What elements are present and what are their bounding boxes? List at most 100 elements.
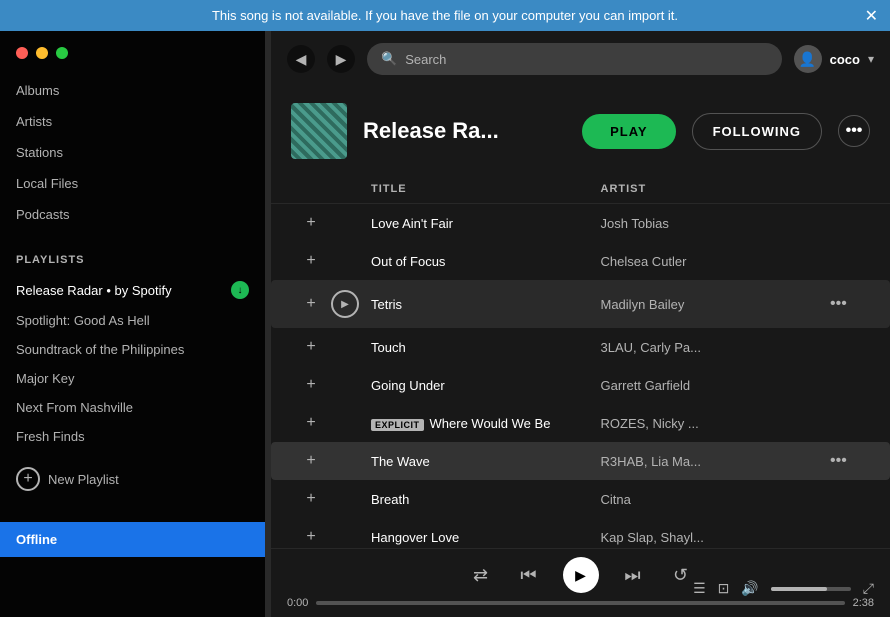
following-button[interactable]: FOLLOWING — [692, 113, 822, 150]
add-icon[interactable]: + — [291, 528, 331, 546]
progress-bar-area: 0:00 2:38 — [287, 597, 874, 609]
add-icon[interactable]: + — [291, 295, 331, 313]
bottom-player: ⇄ ⏮ ▶ ⏭ ↺ 0:00 2:38 ☰ ⊡ 🔊 ⤢ — [271, 548, 890, 617]
track-more-icon[interactable]: ••• — [830, 452, 847, 469]
sidebar-item-next-from-nashville[interactable]: Next From Nashville — [0, 393, 265, 422]
main-layout: Albums Artists Stations Local Files Podc… — [0, 31, 890, 617]
add-icon[interactable]: + — [291, 252, 331, 270]
sidebar-item-podcasts[interactable]: Podcasts — [0, 199, 265, 230]
new-playlist-button[interactable]: + New Playlist — [0, 455, 265, 503]
track-list: + Love Ain't Fair Josh Tobias + Out of F… — [271, 204, 890, 548]
play-pause-button[interactable]: ▶ — [563, 557, 599, 593]
next-button[interactable]: ⏭ — [619, 561, 647, 589]
track-row[interactable]: + Touch 3LAU, Carly Pa... — [271, 328, 890, 366]
track-row[interactable]: + Love Ain't Fair Josh Tobias — [271, 204, 890, 242]
traffic-lights — [0, 31, 265, 67]
volume-bar[interactable] — [771, 587, 851, 591]
track-artist: Kap Slap, Shayl... — [601, 530, 831, 545]
devices-button[interactable]: ⊡ — [718, 580, 730, 597]
forward-button[interactable]: ▶ — [327, 45, 355, 73]
sidebar-item-spotlight[interactable]: Spotlight: Good As Hell — [0, 306, 265, 335]
download-icon: ↓ — [231, 281, 249, 299]
track-title: Tetris — [371, 297, 402, 312]
progress-track[interactable] — [316, 601, 844, 605]
repeat-button[interactable]: ↺ — [667, 561, 695, 589]
explicit-badge: EXPLICIT — [371, 419, 424, 431]
track-row[interactable]: + Breath Citna — [271, 480, 890, 518]
sidebar-item-fresh-finds[interactable]: Fresh Finds — [0, 422, 265, 451]
current-time: 0:00 — [287, 597, 308, 609]
add-icon[interactable]: + — [291, 338, 331, 356]
top-nav: ◀ ▶ 🔍 👤 coco ▾ — [271, 31, 890, 87]
add-icon[interactable]: + — [291, 490, 331, 508]
add-icon[interactable]: + — [291, 376, 331, 394]
user-name: coco — [830, 52, 860, 67]
sidebar-item-major-key[interactable]: Major Key — [0, 364, 265, 393]
track-artist: Garrett Garfield — [601, 378, 831, 393]
search-icon: 🔍 — [381, 51, 397, 67]
shuffle-button[interactable]: ⇄ — [467, 561, 495, 589]
track-row[interactable]: + Out of Focus Chelsea Cutler — [271, 242, 890, 280]
add-icon[interactable]: + — [291, 452, 331, 470]
sidebar-nav: Albums Artists Stations Local Files Podc… — [0, 67, 265, 238]
playlists-section-label: Playlists — [0, 238, 265, 274]
fullscreen-button[interactable]: ⤢ — [863, 580, 874, 597]
playlist-title: Release Ra... — [363, 118, 566, 144]
sidebar-item-release-radar[interactable]: Release Radar • by Spotify ↓ — [0, 274, 265, 306]
minimize-window-button[interactable] — [36, 47, 48, 59]
chevron-down-icon: ▾ — [868, 52, 874, 66]
add-icon[interactable]: + — [291, 414, 331, 432]
track-title: Hangover Love — [371, 530, 459, 545]
track-more-icon[interactable]: ••• — [830, 295, 847, 312]
queue-button[interactable]: ☰ — [693, 580, 706, 597]
title-column-header: TITLE — [371, 183, 601, 195]
sidebar-item-artists[interactable]: Artists — [0, 106, 265, 137]
content-area: ◀ ▶ 🔍 👤 coco ▾ Release Ra... PLAY FOLLOW… — [271, 31, 890, 617]
track-artist: Chelsea Cutler — [601, 254, 831, 269]
track-title: Out of Focus — [371, 254, 445, 269]
track-row[interactable]: + The Wave R3HAB, Lia Ma... ••• — [271, 442, 890, 480]
table-header: TITLE ARTIST — [271, 175, 890, 204]
track-title: The Wave — [371, 454, 430, 469]
add-icon[interactable]: + — [291, 214, 331, 232]
track-title: Going Under — [371, 378, 445, 393]
track-play-col: ▶ — [331, 290, 371, 318]
volume-fill — [771, 587, 827, 591]
search-input[interactable] — [405, 52, 767, 67]
track-artist: Citna — [601, 492, 831, 507]
track-row[interactable]: + ▶ Tetris Madilyn Bailey ••• — [271, 280, 890, 328]
new-playlist-icon: + — [16, 467, 40, 491]
sidebar-item-albums[interactable]: Albums — [0, 75, 265, 106]
track-row[interactable]: + EXPLICITWhere Would We Be ROZES, Nicky… — [271, 404, 890, 442]
track-title: Love Ain't Fair — [371, 216, 453, 231]
user-menu[interactable]: 👤 coco ▾ — [794, 45, 874, 73]
track-title: Breath — [371, 492, 409, 507]
track-title: Touch — [371, 340, 406, 355]
user-avatar: 👤 — [794, 45, 822, 73]
search-bar[interactable]: 🔍 — [367, 43, 782, 75]
volume-button[interactable]: 🔊 — [741, 580, 758, 597]
sidebar-item-local-files[interactable]: Local Files — [0, 168, 265, 199]
sidebar: Albums Artists Stations Local Files Podc… — [0, 31, 265, 617]
back-button[interactable]: ◀ — [287, 45, 315, 73]
playlist-header: Release Ra... PLAY FOLLOWING ••• — [271, 87, 890, 175]
offline-button[interactable]: Offline — [0, 522, 265, 557]
track-row[interactable]: + Going Under Garrett Garfield — [271, 366, 890, 404]
play-button[interactable]: PLAY — [582, 114, 675, 149]
player-extra-controls: ☰ ⊡ 🔊 ⤢ — [693, 580, 874, 597]
playlist-cover-pattern — [291, 103, 347, 159]
track-table: TITLE ARTIST + Love Ain't Fair Josh Tobi… — [271, 175, 890, 548]
close-window-button[interactable] — [16, 47, 28, 59]
more-options-button[interactable]: ••• — [838, 115, 870, 147]
sidebar-item-soundtrack[interactable]: Soundtrack of the Philippines — [0, 335, 265, 364]
maximize-window-button[interactable] — [56, 47, 68, 59]
track-artist: 3LAU, Carly Pa... — [601, 340, 831, 355]
track-artist: R3HAB, Lia Ma... — [601, 454, 831, 469]
track-artist: Josh Tobias — [601, 216, 831, 231]
previous-button[interactable]: ⏮ — [515, 561, 543, 589]
notification-bar: This song is not available. If you have … — [0, 0, 890, 31]
notification-close-button[interactable]: ✕ — [865, 6, 878, 26]
sidebar-item-stations[interactable]: Stations — [0, 137, 265, 168]
total-time: 2:38 — [853, 597, 874, 609]
track-row[interactable]: + Hangover Love Kap Slap, Shayl... — [271, 518, 890, 548]
